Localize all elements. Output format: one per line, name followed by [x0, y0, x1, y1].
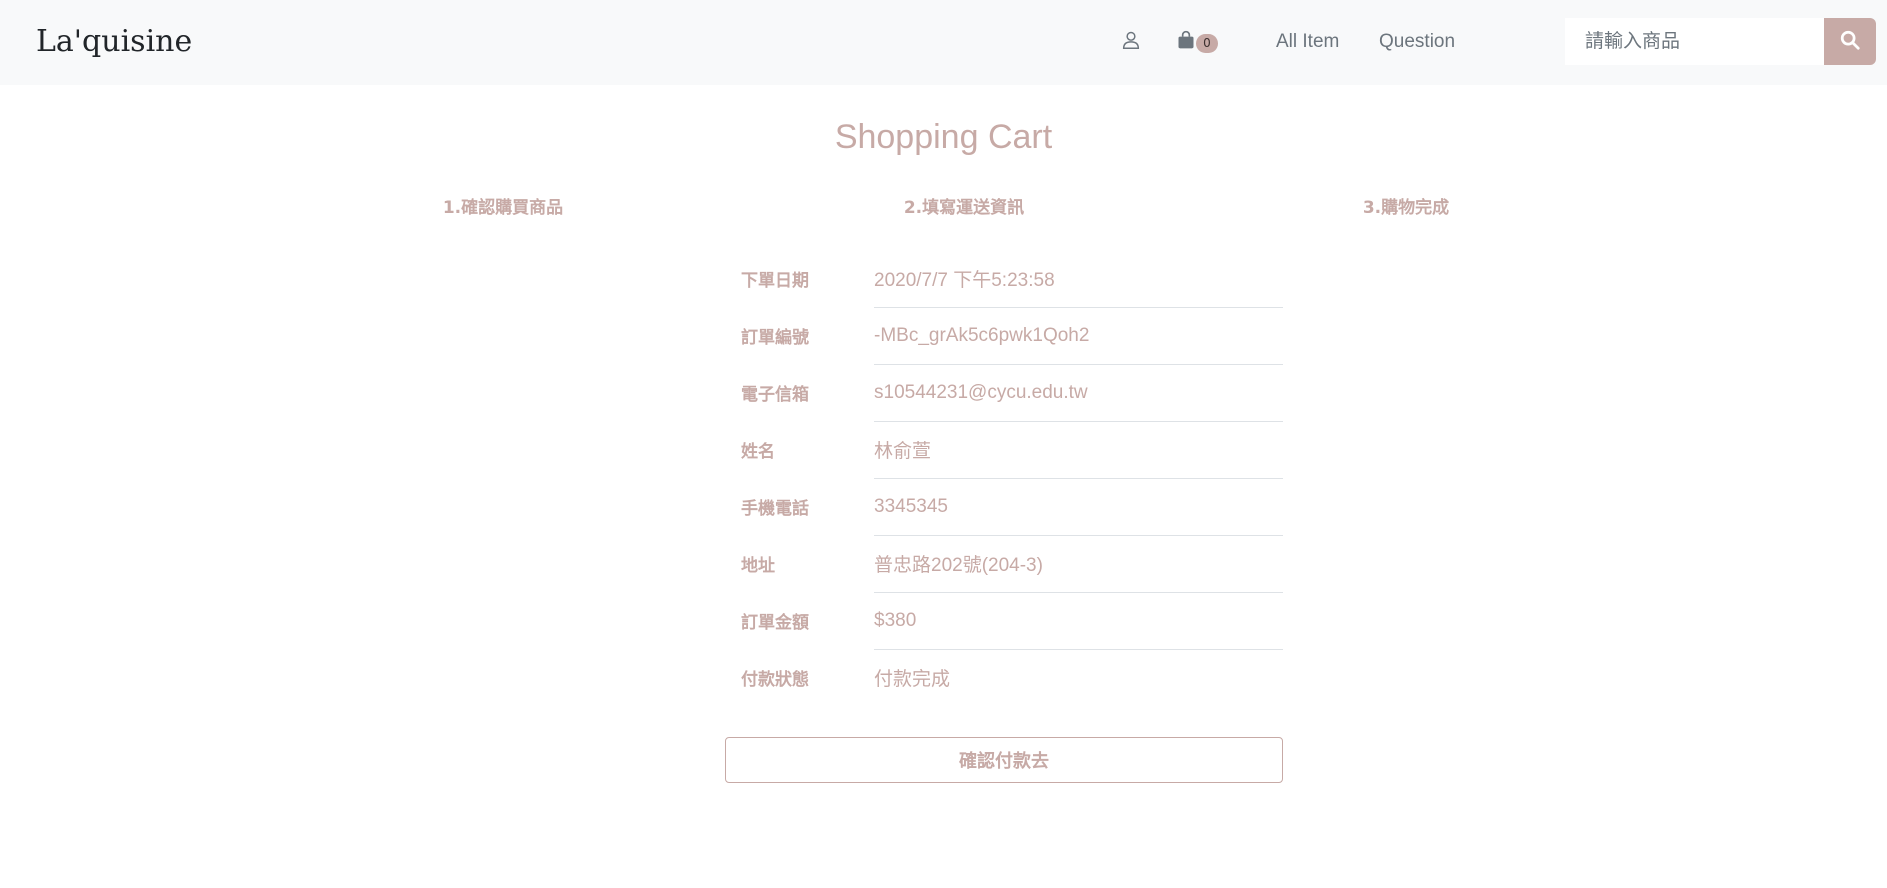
order-amount-value: $380	[874, 591, 1283, 649]
top-navbar: La'quisine 0 All Item Question	[0, 0, 1887, 85]
confirm-payment-button[interactable]: 確認付款去	[725, 737, 1283, 783]
name-value: 林俞萱	[874, 420, 1283, 478]
order-amount-label: 訂單金額	[741, 613, 809, 633]
table-row: 電子信箱 s10544231@cycu.edu.tw	[725, 363, 1283, 421]
table-row: 訂單金額 $380	[725, 591, 1283, 649]
name-label: 姓名	[741, 442, 775, 462]
search-icon	[1839, 29, 1861, 54]
cart-count-badge: 0	[1196, 34, 1218, 53]
table-row: 下單日期 2020/7/7 下午5:23:58	[725, 250, 1283, 307]
table-row: 地址 普忠路202號(204-3)	[725, 534, 1283, 592]
email-label: 電子信箱	[741, 385, 809, 405]
payment-status-label: 付款狀態	[741, 670, 809, 690]
user-icon[interactable]	[1120, 29, 1144, 53]
search-input[interactable]	[1565, 18, 1824, 65]
payment-status-value: 付款完成	[874, 648, 1283, 706]
order-id-label: 訂單編號	[741, 328, 809, 348]
table-row: 訂單編號 -MBc_grAk5c6pwk1Qoh2	[725, 306, 1283, 364]
table-row: 付款狀態 付款完成	[725, 648, 1283, 706]
table-row: 姓名 林俞萱	[725, 420, 1283, 478]
search-button[interactable]	[1824, 18, 1876, 65]
brand-logo[interactable]: La'quisine	[36, 22, 192, 62]
table-row: 手機電話 3345345	[725, 477, 1283, 535]
phone-label: 手機電話	[741, 499, 809, 519]
nav-link-all-item[interactable]: All Item	[1276, 30, 1339, 54]
address-value: 普忠路202號(204-3)	[874, 534, 1283, 592]
address-label: 地址	[741, 556, 775, 576]
page-title: Shopping Cart	[834, 118, 1053, 156]
phone-value: 3345345	[874, 477, 1283, 535]
order-date-label: 下單日期	[741, 271, 809, 291]
order-id-value: -MBc_grAk5c6pwk1Qoh2	[874, 306, 1283, 364]
step-3-complete: 3.購物完成	[1362, 198, 1450, 218]
nav-link-question[interactable]: Question	[1379, 30, 1455, 54]
email-value: s10544231@cycu.edu.tw	[874, 363, 1283, 421]
order-date-value: 2020/7/7 下午5:23:58	[874, 269, 1055, 291]
order-info-table: 下單日期 2020/7/7 下午5:23:58 訂單編號 -MBc_grAk5c…	[725, 250, 1283, 706]
step-1-confirm-items: 1.確認購買商品	[442, 198, 564, 218]
step-2-shipping-info: 2.填寫運送資訊	[903, 198, 1025, 218]
